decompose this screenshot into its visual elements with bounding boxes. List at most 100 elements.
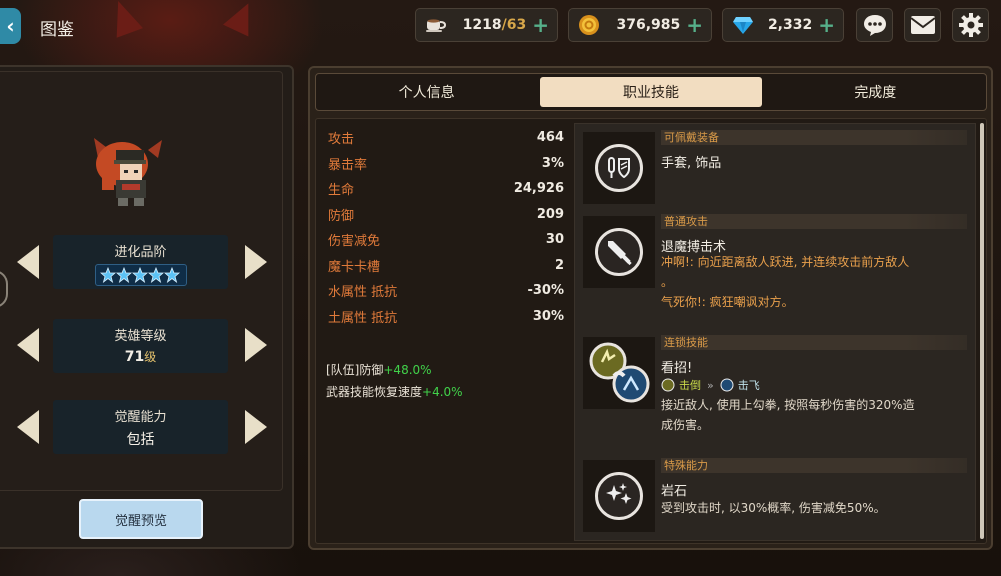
sword-icon bbox=[595, 228, 643, 276]
equipment-icon-box bbox=[583, 132, 655, 204]
coffee-cup-icon bbox=[424, 13, 448, 37]
gem-value: 2,332 bbox=[767, 17, 813, 33]
settings-button[interactable] bbox=[952, 8, 989, 42]
skill-list: 可佩戴装备 手套, 饰品 普通攻击 退魔搏击术 冲啊!: 向近距离敌人跃进, 并… bbox=[574, 123, 976, 541]
awaken-next-arrow[interactable] bbox=[245, 410, 267, 444]
skill-description: 成伤害。 bbox=[661, 418, 710, 432]
bonus-text: 武器技能恢复速度 bbox=[326, 385, 423, 399]
knockdown-icon bbox=[661, 378, 675, 392]
skill-category: 连锁技能 bbox=[661, 335, 967, 350]
evolution-stars bbox=[94, 264, 187, 286]
page-title: 图鉴 bbox=[40, 20, 74, 40]
stat-value: 209 bbox=[536, 206, 564, 222]
awaken-prev-arrow[interactable] bbox=[17, 410, 39, 444]
bonus-row: [队伍]防御+48.0% bbox=[326, 359, 463, 381]
stat-row: 攻击 464 bbox=[328, 125, 564, 151]
add-gem-button[interactable]: + bbox=[818, 15, 835, 35]
tab-completion[interactable]: 完成度 bbox=[765, 74, 986, 110]
skills-content: 攻击 464 暴击率 3% 生命 24,926 防御 209 伤害减免 30 魔卡卡槽 2 … bbox=[315, 118, 987, 544]
stat-value: 3% bbox=[541, 155, 564, 171]
bonus-list: [队伍]防御+48.0% 武器技能恢复速度+4.0% bbox=[326, 359, 463, 403]
stat-row: 生命 24,926 bbox=[328, 176, 564, 202]
hero-level-box: 英雄等级 71级 bbox=[53, 319, 228, 373]
add-gold-button[interactable]: + bbox=[686, 15, 703, 35]
stamina-value: 1218 bbox=[462, 17, 502, 33]
level-next-arrow[interactable] bbox=[245, 328, 267, 362]
add-stamina-button[interactable]: + bbox=[532, 15, 549, 35]
stat-name: 土属性 抵抗 bbox=[328, 310, 398, 326]
stamina-counter[interactable]: 1218/63 + bbox=[415, 8, 558, 42]
gem-counter[interactable]: 2,332 + bbox=[722, 8, 844, 42]
chain-link-icon bbox=[589, 342, 650, 403]
skill-category: 普通攻击 bbox=[661, 214, 967, 229]
stat-row: 伤害减免 30 bbox=[328, 227, 564, 253]
evolution-prev-arrow[interactable] bbox=[17, 245, 39, 279]
skill-name: 手套, 饰品 bbox=[661, 156, 722, 171]
skill-normal-attack: 普通攻击 退魔搏击术 冲啊!: 向近距离敌人跃进, 并连续攻击前方敌人 。 气死… bbox=[581, 208, 971, 328]
stat-row: 水属性 抵抗 -30% bbox=[328, 278, 564, 304]
hero-portrait bbox=[92, 128, 164, 212]
level-prev-arrow[interactable] bbox=[17, 328, 39, 362]
skill-description: 冲啊!: 向近距离敌人跃进, 并连续攻击前方敌人 bbox=[661, 255, 910, 269]
awaken-preview-button[interactable]: 觉醒预览 bbox=[79, 499, 203, 539]
stat-row: 魔卡卡槽 2 bbox=[328, 253, 564, 279]
tab-personal-info[interactable]: 个人信息 bbox=[316, 74, 537, 110]
stat-name: 暴击率 bbox=[328, 157, 368, 173]
bonus-text: [队伍]防御 bbox=[326, 363, 384, 377]
skill-list-scrollbar[interactable] bbox=[980, 123, 984, 539]
skill-description: 接近敌人, 使用上勾拳, 按照每秒伤害的320%造 bbox=[661, 398, 915, 412]
chain-icon-box bbox=[583, 337, 655, 409]
skill-category: 特殊能力 bbox=[661, 458, 967, 473]
skill-special: 特殊能力 岩石 受到攻击时, 以30%概率, 伤害减免50%。 bbox=[581, 452, 971, 540]
stat-row: 防御 209 bbox=[328, 202, 564, 228]
hero-level-value: 71 bbox=[124, 349, 145, 365]
hero-level-label: 英雄等级 bbox=[114, 329, 167, 344]
evolution-grade-label: 进化品阶 bbox=[114, 245, 167, 260]
awaken-ability-box: 觉醒能力 包括 bbox=[53, 400, 228, 454]
stat-value: 2 bbox=[554, 257, 564, 273]
stat-name: 魔卡卡槽 bbox=[328, 259, 381, 275]
bonus-row: 武器技能恢复速度+4.0% bbox=[326, 381, 463, 403]
skill-name: 岩石 bbox=[661, 484, 688, 499]
chevron-double-icon: » bbox=[707, 378, 714, 392]
knockdown-tag: 击倒 bbox=[661, 377, 701, 393]
gold-value: 376,985 bbox=[616, 17, 681, 33]
tab-bar: 个人信息 职业技能 完成度 bbox=[315, 73, 987, 111]
skill-description: 受到攻击时, 以30%概率, 伤害减免50%。 bbox=[661, 501, 886, 515]
skill-description: 。 bbox=[661, 275, 674, 289]
stat-value: 30% bbox=[532, 308, 564, 324]
back-button[interactable]: ‹ bbox=[0, 8, 21, 44]
diamond-icon bbox=[731, 13, 755, 37]
awaken-ability-label: 觉醒能力 bbox=[114, 410, 167, 425]
back-arrow-icon: ‹ bbox=[6, 14, 15, 38]
stamina-max: /63 bbox=[501, 17, 527, 33]
stat-value: -30% bbox=[527, 283, 564, 299]
mail-button[interactable] bbox=[904, 8, 941, 42]
special-icon-box bbox=[583, 460, 655, 532]
chat-bubble-icon bbox=[863, 15, 886, 36]
settings-gear-icon bbox=[958, 13, 983, 37]
stat-name: 防御 bbox=[328, 208, 355, 224]
airborne-icon bbox=[720, 378, 734, 392]
evolution-grade-box: 进化品阶 bbox=[53, 235, 228, 289]
gold-counter[interactable]: 376,985 + bbox=[568, 8, 712, 42]
stat-value: 30 bbox=[545, 232, 564, 248]
skill-category: 可佩戴装备 bbox=[661, 130, 967, 145]
bonus-value: +48.0% bbox=[383, 363, 432, 377]
glove-accessory-icon bbox=[595, 144, 643, 192]
normal-attack-icon-box bbox=[583, 216, 655, 288]
tab-class-skills[interactable]: 职业技能 bbox=[540, 77, 762, 107]
stat-row: 暴击率 3% bbox=[328, 151, 564, 177]
chain-to: 击飞 bbox=[737, 379, 760, 392]
stat-list: 攻击 464 暴击率 3% 生命 24,926 防御 209 伤害减免 30 魔卡卡槽 2 … bbox=[328, 125, 564, 329]
skill-name: 看招! bbox=[661, 361, 693, 376]
chat-button[interactable] bbox=[856, 8, 893, 42]
stat-name: 伤害减免 bbox=[328, 234, 381, 250]
airborne-tag: 击飞 bbox=[720, 377, 760, 393]
stat-name: 生命 bbox=[328, 183, 355, 199]
evolution-next-arrow[interactable] bbox=[245, 245, 267, 279]
awaken-ability-value: 包括 bbox=[126, 432, 155, 448]
stat-row: 土属性 抵抗 30% bbox=[328, 304, 564, 330]
stat-value: 24,926 bbox=[513, 181, 564, 197]
stat-name: 水属性 抵抗 bbox=[328, 285, 398, 301]
